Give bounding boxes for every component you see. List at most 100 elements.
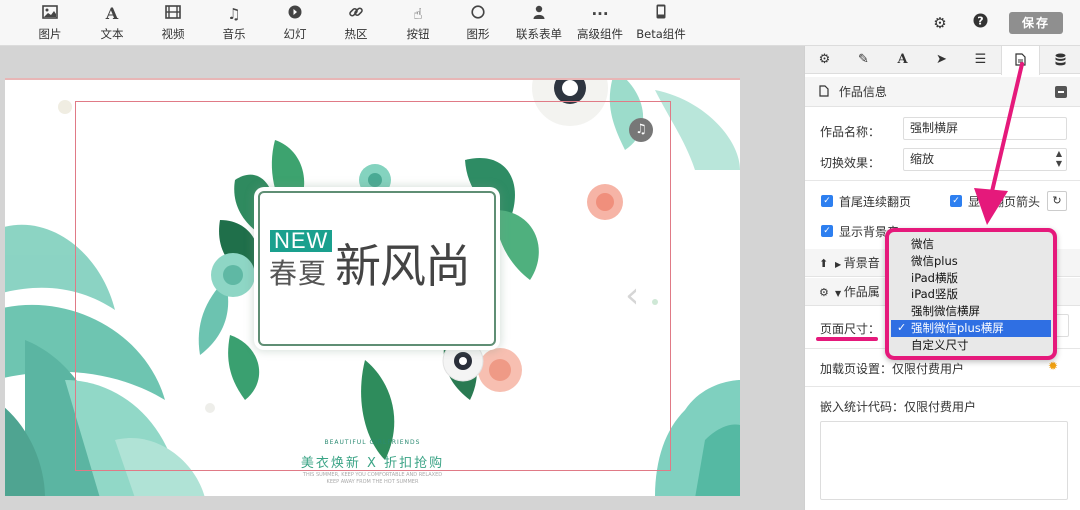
annotation-arrow-icon bbox=[974, 62, 1024, 225]
reset-icon[interactable]: ↻ bbox=[1047, 191, 1067, 211]
user-icon bbox=[507, 4, 571, 24]
document-icon bbox=[819, 78, 835, 108]
toolbar-text-label: 文本 bbox=[100, 27, 124, 41]
toolbar-shape-label: 图形 bbox=[466, 27, 490, 41]
slogan-sub-line2: KEEP AWAY FROM THE HOT SUMMER bbox=[326, 479, 419, 485]
top-toolbar: 图片 A 文本 视频 ♫ 音乐 幻灯 热区 ☝ 按钮 图形 联系表单 ··· 高… bbox=[0, 0, 1080, 46]
send-icon: ➤ bbox=[936, 52, 947, 67]
slogan-sub-line1: THIS SUMMER, KEEP YOU COMFORTABLE AND RE… bbox=[302, 472, 443, 478]
slideshow-icon bbox=[263, 4, 327, 24]
tab-send[interactable]: ➤ bbox=[922, 46, 961, 74]
toolbar-text-button[interactable]: A 文本 bbox=[80, 4, 144, 42]
tab-database[interactable] bbox=[1041, 46, 1080, 74]
option-wechat-plus[interactable]: 微信plus bbox=[891, 253, 1051, 270]
toolbar-hotspot-label: 热区 bbox=[344, 27, 368, 41]
option-wechat[interactable]: 微信 bbox=[891, 236, 1051, 253]
page-arrow-icon[interactable]: ‹ bbox=[625, 275, 639, 316]
option-force-wechat-landscape[interactable]: 强制微信横屏 bbox=[891, 303, 1051, 320]
option-force-wechat-plus-landscape[interactable]: ✓ 强制微信plus横屏 bbox=[891, 319, 1051, 337]
gear-icon[interactable]: ✹ bbox=[1048, 359, 1058, 373]
bg-music-checkbox[interactable]: ✓ bbox=[821, 225, 833, 237]
toolbar-video-label: 视频 bbox=[161, 27, 185, 41]
link-icon bbox=[324, 4, 388, 24]
music-toggle-icon[interactable]: ♫ bbox=[629, 118, 653, 142]
toolbar-hotspot-button[interactable]: 热区 bbox=[324, 4, 388, 42]
save-button[interactable]: 保存 bbox=[1009, 12, 1063, 34]
option-label: 微信 bbox=[911, 237, 934, 251]
svg-text:?: ? bbox=[977, 15, 983, 28]
option-label: 强制微信plus横屏 bbox=[911, 320, 1004, 335]
option-ipad-landscape[interactable]: iPad横版 bbox=[891, 270, 1051, 287]
option-label: 自定义尺寸 bbox=[911, 337, 969, 352]
select-caret-icon: ▲ ▼ bbox=[1055, 149, 1062, 168]
question-icon[interactable]: ? bbox=[970, 13, 990, 33]
bg-music-title: 背景音 bbox=[843, 256, 880, 270]
option-ipad-portrait[interactable]: iPad竖版 bbox=[891, 286, 1051, 303]
toolbar-image-label: 图片 bbox=[38, 27, 62, 41]
page-size-dropdown[interactable]: 微信 微信plus iPad横版 iPad竖版 强制微信横屏 ✓ 强制微信plus… bbox=[885, 228, 1057, 360]
slogan-text[interactable]: 美衣焕新 X 折扣抢购 bbox=[5, 452, 740, 471]
hand-pointer-icon: ☝ bbox=[413, 5, 423, 23]
transition-value: 缩放 bbox=[910, 152, 935, 166]
page-size-label: 页面尺寸： bbox=[820, 322, 881, 336]
page-canvas[interactable]: NEW 春夏 新风尚 BEAUTIFUL GIRLFRIENDS 美衣焕新 X … bbox=[5, 78, 740, 496]
text-icon: A bbox=[105, 4, 119, 23]
circle-icon bbox=[446, 4, 510, 24]
work-info-title: 作品信息 bbox=[838, 85, 887, 99]
pencil-icon: ✎ bbox=[858, 52, 869, 67]
gear-icon: ⚙ bbox=[818, 52, 831, 67]
stats-code-label: 嵌入统计代码：仅限付费用户 bbox=[820, 400, 977, 414]
stats-code-textarea[interactable] bbox=[820, 421, 1068, 500]
title-spring-summer[interactable]: 春夏 bbox=[269, 252, 327, 292]
toolbar-button-button[interactable]: ☝ 按钮 bbox=[386, 4, 450, 42]
gear-icon[interactable]: ⚙ bbox=[930, 13, 950, 33]
option-custom-size[interactable]: 自定义尺寸 bbox=[891, 337, 1051, 354]
mobile-icon bbox=[629, 4, 693, 24]
toolbar-music-label: 音乐 bbox=[222, 27, 246, 41]
option-label: iPad竖版 bbox=[911, 287, 958, 302]
work-props-title: 作品属 bbox=[843, 285, 880, 299]
toolbar-slideshow-label: 幻灯 bbox=[283, 27, 307, 41]
collapse-icon[interactable] bbox=[1055, 86, 1067, 98]
tab-edit[interactable]: ✎ bbox=[844, 46, 883, 74]
loading-page-label: 加载页设置：仅限付费用户 bbox=[820, 362, 965, 376]
toolbar-image-button[interactable]: 图片 bbox=[18, 4, 82, 42]
gear-icon: ⚙ bbox=[819, 286, 829, 299]
page-size-select[interactable] bbox=[1055, 314, 1069, 337]
image-icon bbox=[18, 4, 82, 24]
title-new-fashion[interactable]: 新风尚 bbox=[335, 230, 471, 296]
toolbar-form-button[interactable]: 联系表单 bbox=[507, 4, 571, 42]
toolbar-advanced-label: 高级组件 bbox=[577, 27, 623, 41]
toolbar-slideshow-button[interactable]: 幻灯 bbox=[263, 4, 327, 42]
toolbar-beta-label: Beta组件 bbox=[636, 27, 686, 41]
toolbar-music-button[interactable]: ♫ 音乐 bbox=[202, 4, 266, 42]
tab-font[interactable]: A bbox=[883, 46, 922, 74]
loop-checkbox[interactable]: ✓ bbox=[821, 195, 833, 207]
upload-icon: ⬆ bbox=[819, 257, 829, 270]
font-icon: A bbox=[897, 52, 908, 67]
toolbar-beta-button[interactable]: Beta组件 bbox=[629, 4, 693, 42]
video-icon bbox=[141, 4, 205, 24]
tab-settings[interactable]: ⚙ bbox=[805, 46, 844, 74]
toolbar-form-label: 联系表单 bbox=[516, 27, 562, 41]
toolbar-advanced-button[interactable]: ··· 高级组件 bbox=[568, 4, 632, 42]
option-label: 微信plus bbox=[911, 253, 958, 268]
divider bbox=[805, 386, 1080, 387]
slogan-subtext: THIS SUMMER, KEEP YOU COMFORTABLE AND RE… bbox=[5, 472, 740, 486]
loop-label: 首尾连续翻页 bbox=[839, 195, 912, 209]
toolbar-button-label: 按钮 bbox=[406, 27, 430, 41]
annotation-underline bbox=[816, 337, 878, 341]
toolbar-shape-button[interactable]: 图形 bbox=[446, 4, 510, 42]
caret-right-icon: ▶ bbox=[835, 260, 844, 269]
option-label: 强制微信横屏 bbox=[911, 304, 980, 319]
transition-label: 切换效果： bbox=[820, 156, 881, 170]
name-label: 作品名称： bbox=[820, 125, 881, 139]
database-icon bbox=[1055, 52, 1066, 67]
music-icon: ♫ bbox=[227, 5, 241, 23]
ellipsis-icon: ··· bbox=[591, 5, 609, 23]
title-new-text[interactable]: NEW bbox=[270, 230, 333, 252]
checkmark-icon: ✓ bbox=[897, 320, 907, 334]
caption-small: BEAUTIFUL GIRLFRIENDS bbox=[324, 439, 421, 446]
canvas-area: NEW 春夏 新风尚 BEAUTIFUL GIRLFRIENDS 美衣焕新 X … bbox=[0, 46, 804, 510]
toolbar-video-button[interactable]: 视频 bbox=[141, 4, 205, 42]
